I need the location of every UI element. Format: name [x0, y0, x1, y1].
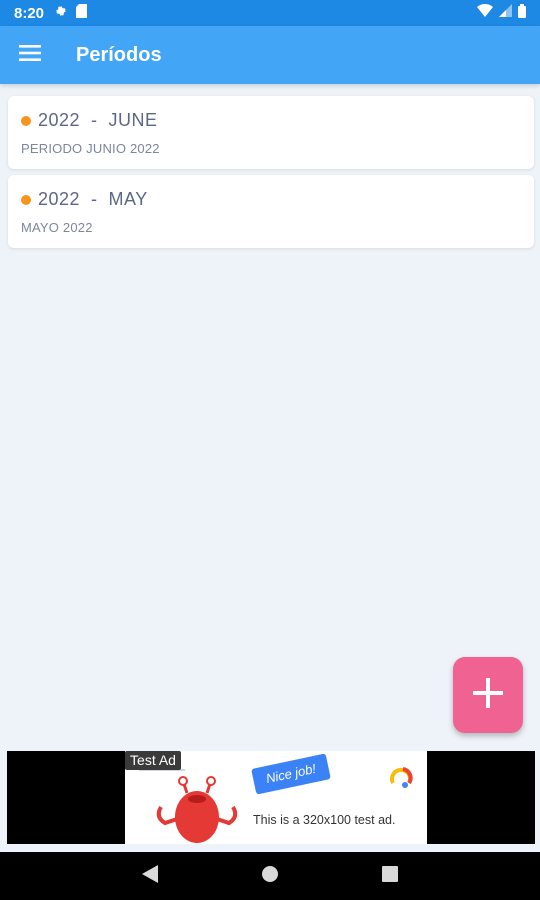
battery-icon — [518, 3, 526, 23]
status-dot — [21, 195, 31, 205]
status-bar: 8:20 — [0, 0, 540, 26]
ad-label-badge: Test Ad — [125, 751, 181, 770]
ad-mascot-image — [151, 773, 243, 844]
back-triangle-icon — [142, 864, 158, 888]
status-dot — [21, 116, 31, 126]
menu-button[interactable] — [0, 26, 60, 84]
period-title: 2022 - MAY — [38, 189, 148, 209]
back-button[interactable] — [130, 856, 170, 896]
period-subtitle: MAYO 2022 — [21, 220, 93, 235]
list-item[interactable]: 2022 - MAY MAYO 2022 — [8, 175, 534, 248]
sim-card-icon — [76, 3, 88, 23]
ad-description: This is a 320x100 test ad. — [253, 813, 396, 827]
wifi-icon — [477, 3, 493, 22]
recents-button[interactable] — [370, 856, 410, 896]
ad-logo-icon — [389, 765, 413, 794]
status-time: 8:20 — [14, 4, 45, 22]
settings-icon — [54, 4, 68, 23]
home-circle-icon — [261, 865, 279, 888]
add-period-button[interactable] — [453, 657, 523, 733]
menu-icon — [19, 44, 41, 66]
ad-tagline: Nice job! — [251, 753, 331, 795]
recents-square-icon — [382, 865, 398, 887]
signal-icon — [499, 4, 512, 22]
period-subtitle: PERIODO JUNIO 2022 — [21, 141, 160, 156]
plus-icon — [473, 677, 503, 713]
home-button[interactable] — [250, 856, 290, 896]
system-nav-bar — [0, 852, 540, 900]
app-bar: Períodos — [0, 26, 540, 84]
periods-list: 2022 - JUNE PERIODO JUNIO 2022 2022 - MA… — [8, 96, 534, 254]
period-title: 2022 - JUNE — [38, 110, 158, 130]
page-title: Períodos — [76, 43, 162, 66]
list-item[interactable]: 2022 - JUNE PERIODO JUNIO 2022 — [8, 96, 534, 169]
ad-banner[interactable]: Nice job! This is a 320x100 test ad. Tes… — [7, 751, 535, 844]
